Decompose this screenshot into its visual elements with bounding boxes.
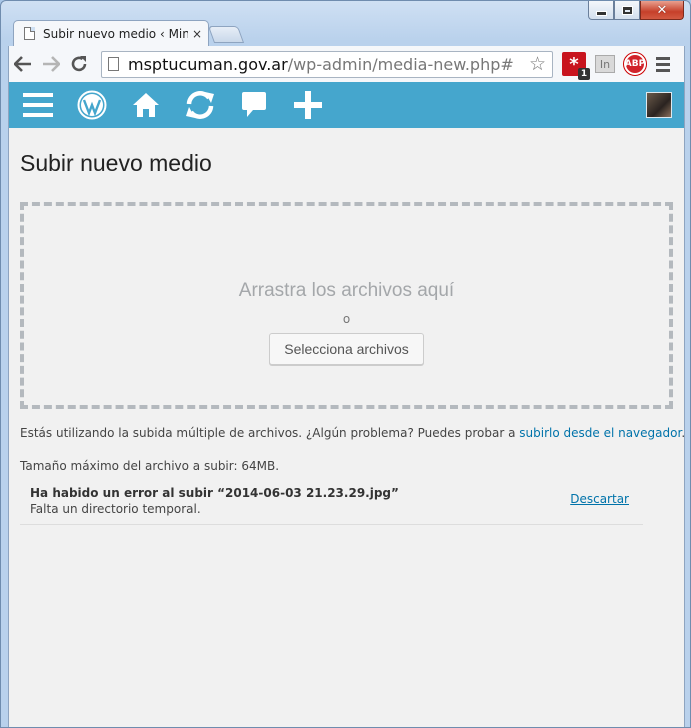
upload-error-item: Ha habido un error al subir “2014-06-03 … — [20, 486, 643, 525]
back-button[interactable] — [9, 50, 37, 78]
add-new-icon — [294, 91, 322, 119]
browser-window: ✕ Subir nuevo medio ‹ Minis × msptucuman… — [0, 0, 691, 728]
comments-button[interactable] — [237, 88, 271, 122]
window-controls: ✕ — [588, 1, 684, 20]
error-message: Falta un directorio temporal. — [30, 502, 201, 516]
page-viewport: Subir nuevo medio Arrastra los archivos … — [8, 82, 685, 727]
main-content: Subir nuevo medio Arrastra los archivos … — [9, 150, 684, 525]
arrow-right-icon — [43, 56, 60, 72]
user-avatar[interactable] — [646, 92, 672, 118]
url-host: msptucuman.gov.ar — [128, 54, 288, 74]
wp-admin-bar — [9, 82, 684, 128]
updates-icon — [186, 91, 214, 119]
address-bar[interactable]: msptucuman.gov.ar/wp-admin/media-new.php… — [101, 50, 553, 78]
dismiss-link[interactable]: Descartar — [570, 492, 629, 506]
select-files-button[interactable]: Selecciona archivos — [269, 333, 424, 365]
browser-toolbar: msptucuman.gov.ar/wp-admin/media-new.php… — [8, 46, 685, 82]
adblock-icon: ABP — [624, 59, 646, 69]
add-new-button[interactable] — [291, 88, 325, 122]
home-icon — [133, 93, 159, 117]
updates-button[interactable] — [183, 88, 217, 122]
browser-uploader-link[interactable]: subirlo desde el navegador — [519, 426, 681, 440]
close-icon: ✕ — [656, 2, 668, 18]
in-extension-icon: In — [599, 57, 611, 71]
reload-icon — [71, 56, 87, 72]
new-tab-button[interactable] — [207, 26, 245, 43]
star-icon[interactable]: ☆ — [529, 53, 546, 75]
tab-title: Subir nuevo medio ‹ Minis — [43, 26, 188, 41]
wordpress-button[interactable] — [75, 88, 109, 122]
menu-icon — [23, 93, 53, 117]
forward-button[interactable] — [37, 50, 65, 78]
maximize-button[interactable] — [614, 1, 640, 20]
error-title: Ha habido un error al subir “2014-06-03 … — [30, 486, 399, 500]
adblock-extension-button[interactable]: ABP — [623, 52, 647, 76]
minimize-button[interactable] — [588, 1, 614, 20]
reload-button[interactable] — [65, 50, 93, 78]
page-icon — [24, 27, 35, 40]
tab-close-icon[interactable]: × — [192, 27, 202, 41]
lastpass-extension-button[interactable]: * 1 — [562, 52, 590, 80]
hamburger-icon — [656, 56, 670, 60]
page-title: Subir nuevo medio — [20, 150, 212, 176]
extension-badge: 1 — [578, 68, 590, 80]
url-path: /wp-admin/media-new.php# — [287, 54, 514, 74]
arrow-left-icon — [14, 56, 31, 72]
menu-toggle-button[interactable] — [21, 88, 55, 122]
page-icon — [108, 57, 119, 71]
wordpress-icon — [77, 90, 107, 120]
browser-tab[interactable]: Subir nuevo medio ‹ Minis × — [13, 20, 209, 46]
home-button[interactable] — [129, 88, 163, 122]
close-window-button[interactable]: ✕ — [640, 1, 684, 20]
minimize-icon — [595, 10, 607, 16]
in-extension-button[interactable]: In — [595, 55, 615, 73]
chrome-menu-button[interactable] — [656, 56, 670, 72]
uploader-info: Estás utilizando la subida múltiple de a… — [20, 426, 685, 440]
drag-drop-area[interactable]: Arrastra los archivos aquí o Selecciona … — [20, 202, 673, 409]
max-upload-size: Tamaño máximo del archivo a subir: 64MB. — [20, 459, 280, 473]
maximize-icon — [621, 5, 633, 15]
drop-info-text: Arrastra los archivos aquí — [238, 280, 455, 301]
comments-icon — [242, 92, 266, 117]
drop-or-text: o — [342, 312, 351, 326]
